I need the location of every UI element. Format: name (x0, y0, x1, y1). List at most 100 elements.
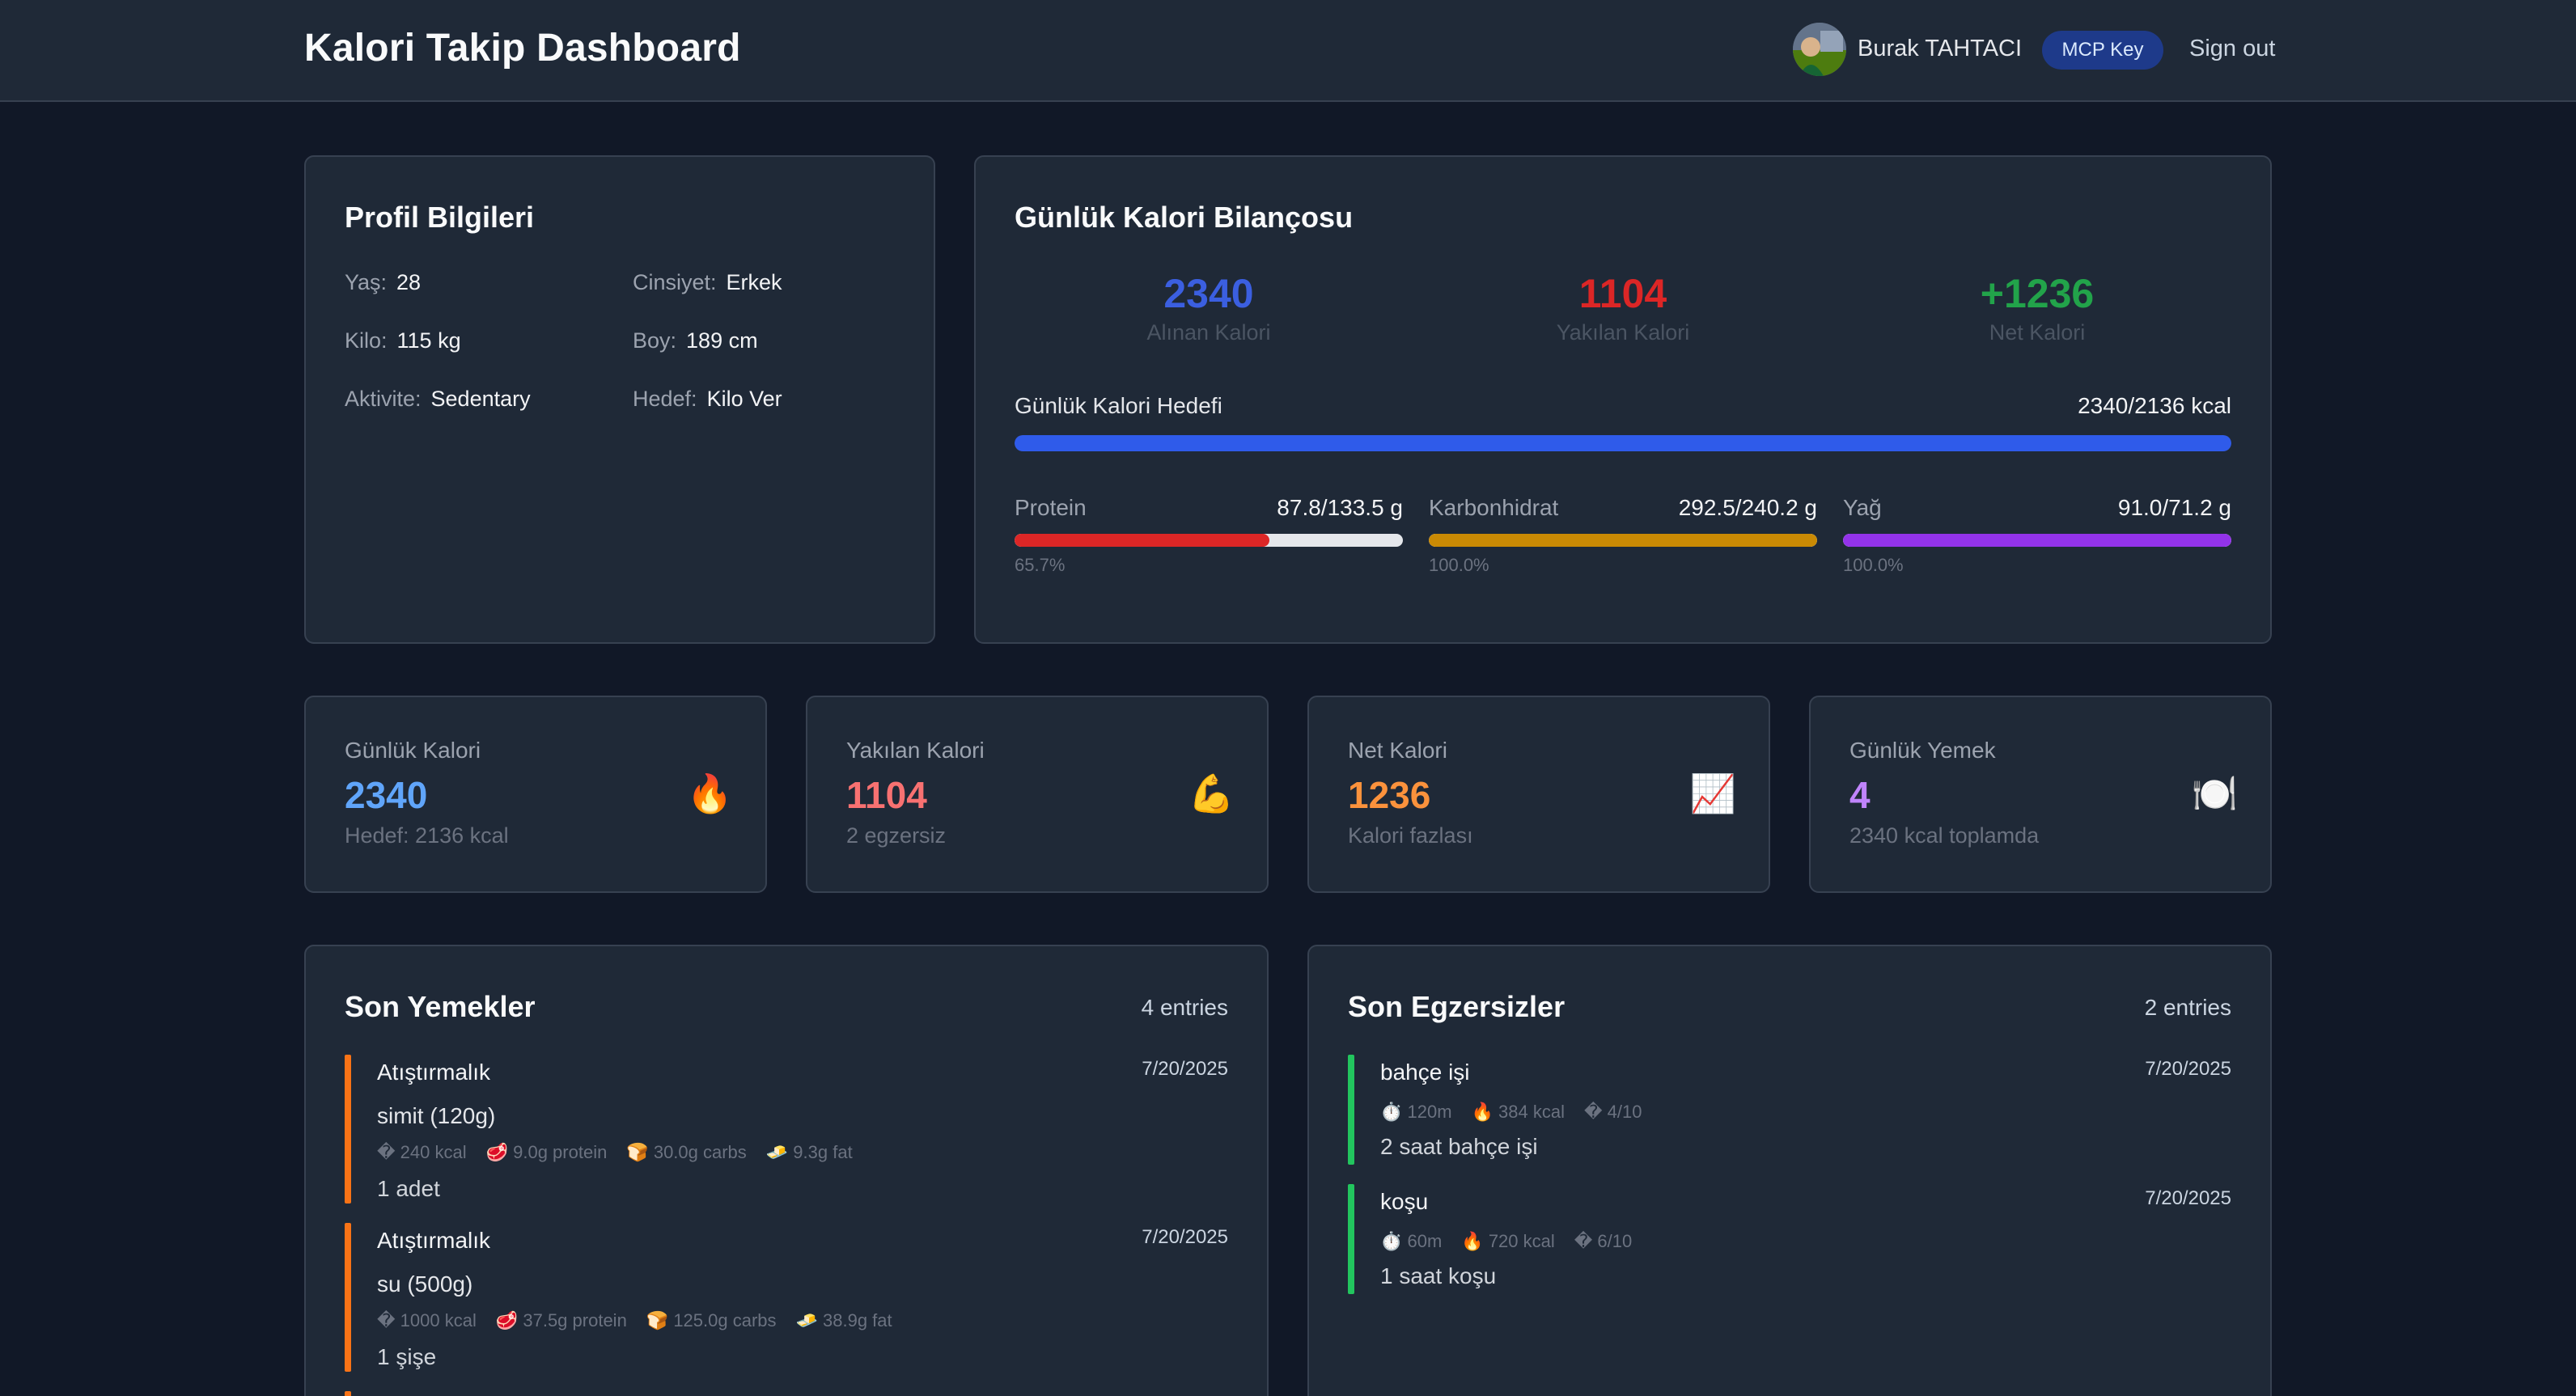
consumed-calories-value: 2340 (1163, 271, 1254, 316)
macro-progress-bar (1015, 534, 1403, 547)
net-calories-label: Net Kalori (1989, 320, 2086, 345)
exercise-date: 7/20/2025 (2145, 1187, 2231, 1209)
exercise-accent-bar (1348, 1055, 1354, 1165)
exercise-note: 1 saat koşu (1380, 1263, 1497, 1288)
stat-value: 1104 (846, 774, 927, 816)
meal-nutrition: � 1000 kcal 🥩 37.5g protein 🍞 125.0g carbs… (377, 1310, 912, 1331)
exercise-note: 2 saat bahçe işi (1380, 1134, 1538, 1159)
meal-type: Atıştırmalık (377, 1228, 491, 1253)
meal-note: 1 şişe (377, 1344, 437, 1369)
meal-date: 7/20/2025 (1142, 1226, 1228, 1248)
top-navbar: Kalori Takip Dashboard Burak TAHTACI MCP… (0, 0, 2576, 102)
macro-progress-fill (1843, 534, 2231, 547)
exercises-title: Son Egzersizler (1348, 990, 1566, 1023)
meal-protein: 🥩 9.0g protein (485, 1142, 608, 1162)
goal-progress-bar (1015, 435, 2231, 451)
stat-value: 4 (1849, 774, 1871, 816)
profile-activity: Aktivite: Sedentary (345, 387, 531, 411)
stat-label: Günlük Kalori (345, 738, 481, 763)
exercise-stats: ⏱️ 60m 🔥 720 kcal � 6/10 (1380, 1231, 1651, 1252)
macro-value: 292.5/240.2 g (1678, 495, 1817, 520)
exercise-stats: ⏱️ 120m 🔥 384 kcal � 4/10 (1380, 1102, 1662, 1123)
exercise-duration: ⏱️ 60m (1380, 1231, 1443, 1251)
macro-percent: 100.0% (1429, 555, 1489, 575)
stat-label: Net Kalori (1348, 738, 1447, 763)
macro-progress-bar (1429, 534, 1817, 547)
exercise-date: 7/20/2025 (2145, 1058, 2231, 1080)
meal-fat: 🧈 38.9g fat (795, 1310, 892, 1330)
meal-date: 7/20/2025 (1142, 1058, 1228, 1080)
meal-note: 1 adet (377, 1176, 440, 1201)
plate-icon: 🍽️ (2191, 772, 2238, 814)
exercise-kcal: 🔥 720 kcal (1461, 1231, 1555, 1251)
balance-title: Günlük Kalori Bilançosu (1015, 201, 1354, 234)
chart-increasing-icon: 📈 (1689, 772, 1736, 814)
recent-exercises-card: Son Egzersizler 2 entries bahçe işi 7/20/… (1307, 945, 2272, 1396)
meal-fat: 🧈 9.3g fat (765, 1142, 853, 1162)
stat-card: Günlük Kalori 2340 Hedef: 2136 kcal 🔥 (304, 696, 767, 893)
app-title: Kalori Takip Dashboard (304, 27, 741, 70)
meal-accent-bar (345, 1223, 351, 1372)
exercise-intensity: � 6/10 (1574, 1231, 1633, 1251)
stat-subtitle: 2 egzersiz (846, 823, 947, 848)
meal-accent-bar (345, 1391, 351, 1396)
stat-subtitle: Hedef: 2136 kcal (345, 823, 509, 848)
stat-card: Yakılan Kalori 1104 2 egzersiz 💪 (806, 696, 1269, 893)
stat-label: Günlük Yemek (1849, 738, 1996, 763)
profile-goal: Hedef: Kilo Ver (633, 387, 782, 411)
stat-subtitle: Kalori fazlası (1348, 823, 1473, 848)
burned-calories-value: 1104 (1578, 271, 1667, 316)
profile-age: Yaş: 28 (345, 270, 422, 294)
meal-carbs: 🍞 30.0g carbs (626, 1142, 747, 1162)
flexed-biceps-icon: 💪 (1188, 772, 1235, 814)
meals-title: Son Yemekler (345, 990, 536, 1023)
stat-label: Yakılan Kalori (846, 738, 985, 763)
user-avatar[interactable] (1793, 23, 1846, 76)
profile-title: Profil Bilgileri (345, 201, 535, 234)
meals-count: 4 entries (1141, 995, 1228, 1020)
macro-value: 87.8/133.5 g (1277, 495, 1403, 520)
exercise-name: koşu (1380, 1189, 1429, 1214)
exercise-accent-bar (1348, 1184, 1354, 1294)
macro-percent: 100.0% (1843, 555, 1904, 575)
macro-percent: 65.7% (1015, 555, 1066, 575)
net-calories-value: +1236 (1980, 271, 2095, 316)
meal-type: Atıştırmalık (377, 1060, 491, 1085)
macro-progress-fill (1015, 534, 1270, 547)
macro-progress-fill (1429, 534, 1817, 547)
meal-food: su (500g) (377, 1271, 473, 1297)
profile-height: Boy: 189 cm (633, 328, 758, 353)
exercise-kcal: 🔥 384 kcal (1471, 1102, 1565, 1122)
meal-nutrition: � 240 kcal 🥩 9.0g protein 🍞 30.0g carbs 🧈 9… (377, 1142, 872, 1163)
profile-card: Profil Bilgileri Yaş: 28 Cinsiyet: Erkek K… (304, 155, 935, 644)
stat-card: Günlük Yemek 4 2340 kcal toplamda 🍽️ (1809, 696, 2272, 893)
meal-kcal: � 1000 kcal (377, 1310, 477, 1330)
exercise-duration: ⏱️ 120m (1380, 1102, 1452, 1122)
stat-card: Net Kalori 1236 Kalori fazlası 📈 (1307, 696, 1770, 893)
stat-subtitle: 2340 kcal toplamda (1849, 823, 2040, 848)
macro-value: 91.0/71.2 g (2117, 495, 2231, 520)
burned-calories-label: Yakılan Kalori (1556, 320, 1690, 345)
exercise-name: bahçe işi (1380, 1060, 1470, 1085)
goal-progress-fill (1015, 435, 2231, 451)
stat-value: 1236 (1348, 774, 1431, 816)
mcp-key-button[interactable]: MCP Key (2042, 31, 2163, 70)
fire-icon: 🔥 (686, 772, 733, 814)
macro-progress-bar (1843, 534, 2231, 547)
meal-carbs: 🍞 125.0g carbs (646, 1310, 777, 1330)
meal-protein: 🥩 37.5g protein (495, 1310, 627, 1330)
goal-label: Günlük Kalori Hedefi (1015, 393, 1222, 418)
user-name[interactable]: Burak TAHTACI (1858, 36, 2022, 62)
profile-weight: Kilo: 115 kg (345, 328, 461, 353)
exercises-count: 2 entries (2144, 995, 2231, 1020)
goal-value: 2340/2136 kcal (2078, 393, 2231, 418)
consumed-calories-label: Alınan Kalori (1146, 320, 1271, 345)
meal-accent-bar (345, 1055, 351, 1204)
meal-food: simit (120g) (377, 1103, 496, 1128)
exercise-intensity: � 4/10 (1584, 1102, 1642, 1122)
calorie-balance-card: Günlük Kalori Bilançosu 2340 Alınan Kalo… (974, 155, 2272, 644)
sign-out-link[interactable]: Sign out (2189, 36, 2275, 62)
profile-gender: Cinsiyet: Erkek (633, 270, 782, 294)
meal-kcal: � 240 kcal (377, 1142, 467, 1162)
recent-meals-card: Son Yemekler 4 entries Atıştırmalık 7/20/… (304, 945, 1269, 1396)
